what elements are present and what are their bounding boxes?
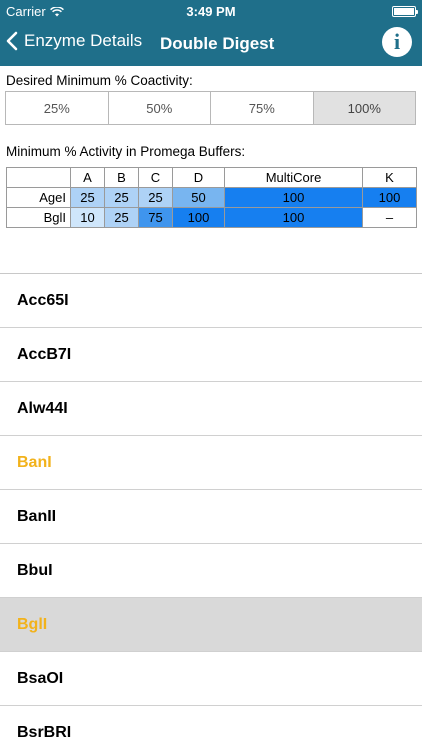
activity-cell: 25 — [104, 207, 139, 228]
activity-cell: 25 — [104, 187, 139, 208]
coactivity-segmented-control: 25% 50% 75% 100% — [5, 91, 416, 125]
table-header-b: B — [104, 167, 139, 188]
row-enzyme-name: BglI — [6, 207, 71, 228]
table-header-multicore: MultiCore — [224, 167, 363, 188]
list-item[interactable]: BbuI — [0, 544, 422, 598]
chevron-left-icon — [6, 31, 18, 51]
list-item[interactable]: AccB7I — [0, 328, 422, 382]
activity-cell: 10 — [70, 207, 105, 228]
list-item[interactable]: Acc65I — [0, 274, 422, 328]
activity-cell: 25 — [70, 187, 105, 208]
activity-cell: 100 — [362, 187, 417, 208]
list-item[interactable]: Alw44I — [0, 382, 422, 436]
list-item[interactable]: BglI — [0, 598, 422, 652]
coactivity-label: Desired Minimum % Coactivity: — [6, 73, 193, 88]
table-header-k: K — [362, 167, 417, 188]
info-icon[interactable]: i — [382, 27, 412, 57]
coactivity-option-50[interactable]: 50% — [108, 92, 211, 124]
coactivity-option-75[interactable]: 75% — [211, 92, 314, 124]
table-row: BglI 10 25 75 100 100 – — [6, 207, 417, 228]
list-item[interactable]: BsrBRI — [0, 706, 422, 750]
top-bar: Carrier 3:49 PM Enzyme Details Double Di… — [0, 0, 422, 66]
table-header-d: D — [172, 167, 225, 188]
activity-cell: 50 — [172, 187, 225, 208]
table-header-a: A — [70, 167, 105, 188]
activity-cell: 100 — [172, 207, 225, 228]
table-header-row: A B C D MultiCore K — [6, 167, 417, 188]
back-button-label: Enzyme Details — [24, 31, 143, 50]
coactivity-option-100[interactable]: 100% — [313, 92, 415, 124]
battery-icon — [392, 6, 418, 17]
activity-cell: 100 — [224, 207, 363, 228]
list-item[interactable]: BanI — [0, 436, 422, 490]
list-item[interactable]: BsaOI — [0, 652, 422, 706]
coactivity-option-25[interactable]: 25% — [6, 92, 109, 124]
status-bar: Carrier 3:49 PM — [0, 0, 422, 22]
back-button[interactable]: Enzyme Details — [6, 31, 142, 51]
list-item[interactable]: BanII — [0, 490, 422, 544]
table-header-empty — [6, 167, 71, 188]
table-row: AgeI 25 25 25 50 100 100 — [6, 187, 417, 208]
navigation-bar: Enzyme Details Double Digest i — [0, 22, 422, 66]
status-time: 3:49 PM — [186, 4, 236, 19]
enzyme-list: Acc65I AccB7I Alw44I BanI BanII BbuI Bgl… — [0, 273, 422, 750]
activity-cell: 25 — [138, 187, 173, 208]
activity-cell: 100 — [224, 187, 363, 208]
buffer-activity-table: A B C D MultiCore K AgeI 25 25 25 50 100… — [6, 167, 417, 228]
page-title: Double Digest — [160, 34, 275, 53]
activity-cell: – — [362, 207, 417, 228]
row-enzyme-name: AgeI — [6, 187, 71, 208]
table-header-c: C — [138, 167, 173, 188]
activity-cell: 75 — [138, 207, 173, 228]
activity-label: Minimum % Activity in Promega Buffers: — [6, 144, 246, 159]
